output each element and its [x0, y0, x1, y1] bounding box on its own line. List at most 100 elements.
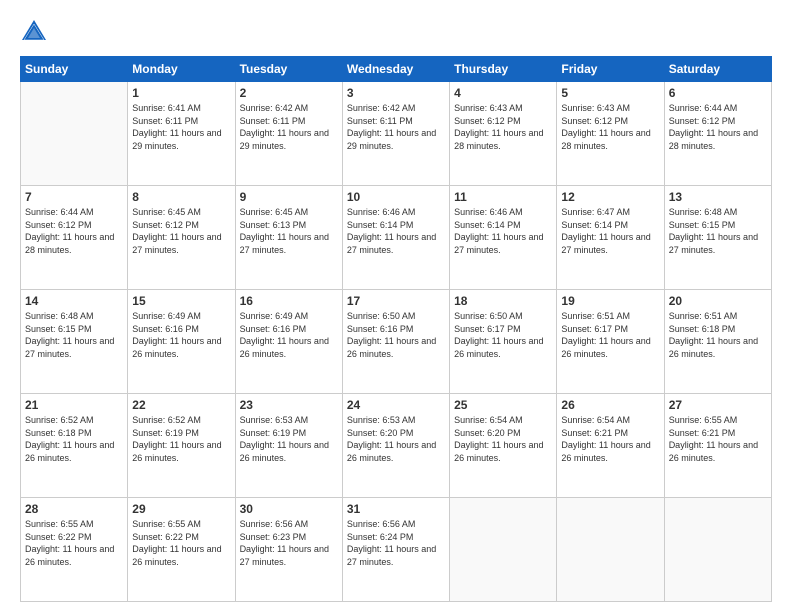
day-info: Sunrise: 6:44 AMSunset: 6:12 PMDaylight:… — [669, 102, 767, 152]
weekday-header: Monday — [128, 57, 235, 82]
calendar-cell: 11Sunrise: 6:46 AMSunset: 6:14 PMDayligh… — [450, 186, 557, 290]
day-info: Sunrise: 6:53 AMSunset: 6:19 PMDaylight:… — [240, 414, 338, 464]
day-info: Sunrise: 6:55 AMSunset: 6:22 PMDaylight:… — [132, 518, 230, 568]
day-info: Sunrise: 6:47 AMSunset: 6:14 PMDaylight:… — [561, 206, 659, 256]
day-number: 24 — [347, 398, 445, 412]
calendar-cell: 4 Sunrise: 6:43 AMSunset: 6:12 PMDaylight… — [450, 82, 557, 186]
calendar-cell: 21 Sunrise: 6:52 AMSunset: 6:18 PMDayligh… — [21, 394, 128, 498]
calendar-cell: 8Sunrise: 6:45 AMSunset: 6:12 PMDaylight… — [128, 186, 235, 290]
day-info: Sunrise: 6:54 AMSunset: 6:20 PMDaylight:… — [454, 414, 552, 464]
calendar-cell — [664, 498, 771, 602]
calendar-cell: 15 Sunrise: 6:49 AMSunset: 6:16 PMDayligh… — [128, 290, 235, 394]
day-number: 10 — [347, 190, 445, 204]
day-info: Sunrise: 6:45 AMSunset: 6:13 PMDaylight:… — [240, 206, 338, 256]
day-number: 27 — [669, 398, 767, 412]
day-info: Sunrise: 6:52 AMSunset: 6:18 PMDaylight:… — [25, 414, 123, 464]
calendar-week-row: 21 Sunrise: 6:52 AMSunset: 6:18 PMDayligh… — [21, 394, 772, 498]
calendar-cell: 25 Sunrise: 6:54 AMSunset: 6:20 PMDayligh… — [450, 394, 557, 498]
calendar-cell: 26 Sunrise: 6:54 AMSunset: 6:21 PMDayligh… — [557, 394, 664, 498]
calendar-cell: 12 Sunrise: 6:47 AMSunset: 6:14 PMDayligh… — [557, 186, 664, 290]
day-number: 5 — [561, 86, 659, 100]
weekday-header: Thursday — [450, 57, 557, 82]
weekday-header: Wednesday — [342, 57, 449, 82]
day-info: Sunrise: 6:46 AMSunset: 6:14 PMDaylight:… — [454, 206, 552, 256]
day-info: Sunrise: 6:55 AMSunset: 6:22 PMDaylight:… — [25, 518, 123, 568]
day-info: Sunrise: 6:48 AMSunset: 6:15 PMDaylight:… — [25, 310, 123, 360]
calendar-cell: 14Sunrise: 6:48 AMSunset: 6:15 PMDayligh… — [21, 290, 128, 394]
day-number: 26 — [561, 398, 659, 412]
calendar-cell: 20 Sunrise: 6:51 AMSunset: 6:18 PMDayligh… — [664, 290, 771, 394]
logo-icon — [20, 18, 48, 46]
day-number: 25 — [454, 398, 552, 412]
calendar-cell — [450, 498, 557, 602]
day-info: Sunrise: 6:43 AMSunset: 6:12 PMDaylight:… — [454, 102, 552, 152]
calendar-cell: 17Sunrise: 6:50 AMSunset: 6:16 PMDayligh… — [342, 290, 449, 394]
calendar-cell: 28 Sunrise: 6:55 AMSunset: 6:22 PMDayligh… — [21, 498, 128, 602]
day-number: 19 — [561, 294, 659, 308]
day-number: 30 — [240, 502, 338, 516]
day-number: 4 — [454, 86, 552, 100]
day-number: 21 — [25, 398, 123, 412]
calendar-cell: 9 Sunrise: 6:45 AMSunset: 6:13 PMDaylight… — [235, 186, 342, 290]
day-info: Sunrise: 6:50 AMSunset: 6:17 PMDaylight:… — [454, 310, 552, 360]
day-number: 16 — [240, 294, 338, 308]
day-number: 22 — [132, 398, 230, 412]
calendar-cell: 7 Sunrise: 6:44 AMSunset: 6:12 PMDaylight… — [21, 186, 128, 290]
calendar-cell — [21, 82, 128, 186]
calendar-cell: 27 Sunrise: 6:55 AMSunset: 6:21 PMDayligh… — [664, 394, 771, 498]
day-number: 28 — [25, 502, 123, 516]
day-number: 15 — [132, 294, 230, 308]
weekday-header: Tuesday — [235, 57, 342, 82]
day-info: Sunrise: 6:49 AMSunset: 6:16 PMDaylight:… — [240, 310, 338, 360]
day-info: Sunrise: 6:56 AMSunset: 6:23 PMDaylight:… — [240, 518, 338, 568]
day-info: Sunrise: 6:43 AMSunset: 6:12 PMDaylight:… — [561, 102, 659, 152]
day-number: 18 — [454, 294, 552, 308]
day-info: Sunrise: 6:42 AMSunset: 6:11 PMDaylight:… — [240, 102, 338, 152]
calendar-table: SundayMondayTuesdayWednesdayThursdayFrid… — [20, 56, 772, 602]
day-info: Sunrise: 6:42 AMSunset: 6:11 PMDaylight:… — [347, 102, 445, 152]
calendar-cell: 29Sunrise: 6:55 AMSunset: 6:22 PMDayligh… — [128, 498, 235, 602]
calendar-cell: 18 Sunrise: 6:50 AMSunset: 6:17 PMDayligh… — [450, 290, 557, 394]
day-number: 7 — [25, 190, 123, 204]
day-info: Sunrise: 6:50 AMSunset: 6:16 PMDaylight:… — [347, 310, 445, 360]
day-number: 1 — [132, 86, 230, 100]
day-number: 6 — [669, 86, 767, 100]
calendar-cell: 22 Sunrise: 6:52 AMSunset: 6:19 PMDayligh… — [128, 394, 235, 498]
weekday-header: Saturday — [664, 57, 771, 82]
calendar-cell: 24 Sunrise: 6:53 AMSunset: 6:20 PMDayligh… — [342, 394, 449, 498]
page: SundayMondayTuesdayWednesdayThursdayFrid… — [0, 0, 792, 612]
weekday-header: Sunday — [21, 57, 128, 82]
day-info: Sunrise: 6:46 AMSunset: 6:14 PMDaylight:… — [347, 206, 445, 256]
day-number: 20 — [669, 294, 767, 308]
day-info: Sunrise: 6:45 AMSunset: 6:12 PMDaylight:… — [132, 206, 230, 256]
day-number: 9 — [240, 190, 338, 204]
calendar-cell: 5 Sunrise: 6:43 AMSunset: 6:12 PMDaylight… — [557, 82, 664, 186]
calendar-cell — [557, 498, 664, 602]
calendar-cell: 23Sunrise: 6:53 AMSunset: 6:19 PMDayligh… — [235, 394, 342, 498]
calendar-cell: 19 Sunrise: 6:51 AMSunset: 6:17 PMDayligh… — [557, 290, 664, 394]
calendar-cell: 10 Sunrise: 6:46 AMSunset: 6:14 PMDayligh… — [342, 186, 449, 290]
day-info: Sunrise: 6:55 AMSunset: 6:21 PMDaylight:… — [669, 414, 767, 464]
day-info: Sunrise: 6:52 AMSunset: 6:19 PMDaylight:… — [132, 414, 230, 464]
logo — [20, 18, 52, 46]
calendar-week-row: 14Sunrise: 6:48 AMSunset: 6:15 PMDayligh… — [21, 290, 772, 394]
calendar-cell: 30 Sunrise: 6:56 AMSunset: 6:23 PMDayligh… — [235, 498, 342, 602]
day-info: Sunrise: 6:51 AMSunset: 6:17 PMDaylight:… — [561, 310, 659, 360]
day-info: Sunrise: 6:41 AMSunset: 6:11 PMDaylight:… — [132, 102, 230, 152]
day-number: 2 — [240, 86, 338, 100]
day-info: Sunrise: 6:51 AMSunset: 6:18 PMDaylight:… — [669, 310, 767, 360]
calendar-week-row: 7 Sunrise: 6:44 AMSunset: 6:12 PMDaylight… — [21, 186, 772, 290]
calendar-cell: 13Sunrise: 6:48 AMSunset: 6:15 PMDayligh… — [664, 186, 771, 290]
calendar-cell: 2 Sunrise: 6:42 AMSunset: 6:11 PMDaylight… — [235, 82, 342, 186]
day-info: Sunrise: 6:54 AMSunset: 6:21 PMDaylight:… — [561, 414, 659, 464]
day-number: 12 — [561, 190, 659, 204]
day-info: Sunrise: 6:49 AMSunset: 6:16 PMDaylight:… — [132, 310, 230, 360]
day-info: Sunrise: 6:44 AMSunset: 6:12 PMDaylight:… — [25, 206, 123, 256]
day-info: Sunrise: 6:48 AMSunset: 6:15 PMDaylight:… — [669, 206, 767, 256]
calendar-cell: 1 Sunrise: 6:41 AMSunset: 6:11 PMDaylight… — [128, 82, 235, 186]
header — [20, 18, 772, 46]
calendar-cell: 6 Sunrise: 6:44 AMSunset: 6:12 PMDaylight… — [664, 82, 771, 186]
calendar-header-row: SundayMondayTuesdayWednesdayThursdayFrid… — [21, 57, 772, 82]
calendar-cell: 3Sunrise: 6:42 AMSunset: 6:11 PMDaylight… — [342, 82, 449, 186]
day-info: Sunrise: 6:53 AMSunset: 6:20 PMDaylight:… — [347, 414, 445, 464]
